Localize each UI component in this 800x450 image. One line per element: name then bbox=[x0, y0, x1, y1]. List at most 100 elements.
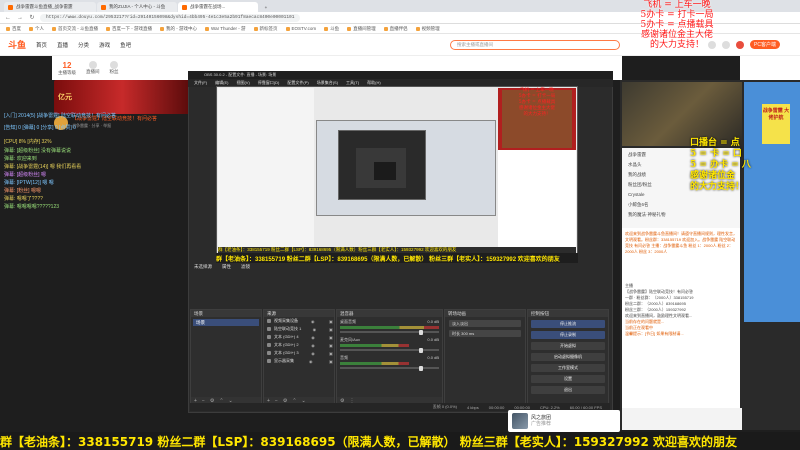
overlay-line: 口播台 = 点 bbox=[690, 138, 740, 148]
transition-select[interactable]: 淡入淡出 bbox=[449, 320, 521, 327]
dock-title: 场景 bbox=[191, 310, 261, 317]
virtual-camera-button[interactable]: 启动虚拟摄像机 bbox=[531, 353, 605, 361]
bookmark-item[interactable]: EOSTV.com bbox=[286, 26, 317, 31]
exit-button[interactable]: 退出 bbox=[531, 386, 605, 394]
nav-game[interactable]: 游戏 bbox=[99, 41, 110, 49]
douyu-logo[interactable]: 斗鱼 bbox=[8, 38, 26, 51]
overlay-line: 的大力支持！ bbox=[690, 182, 745, 192]
list-item[interactable]: 小鲸鱼6名 bbox=[628, 202, 649, 208]
browser-tab-active[interactable]: 战争雷霆在战场... bbox=[178, 2, 258, 12]
lock-icon[interactable]: ▣ bbox=[329, 359, 334, 364]
nav-category[interactable]: 分类 bbox=[78, 41, 89, 49]
list-item[interactable]: 水晶头 bbox=[628, 162, 642, 168]
bookmark-item[interactable]: 个人 bbox=[29, 26, 44, 32]
mixer-channel: 桌面音频 0.0 dB bbox=[340, 319, 439, 335]
duration-value: 300 ms bbox=[461, 331, 475, 336]
bookmark-item[interactable]: 百度一下 - 游戏直播 bbox=[106, 26, 152, 32]
chat-input[interactable] bbox=[622, 408, 742, 430]
channel-name: 麦克风/Aux bbox=[340, 337, 361, 342]
nav-live[interactable]: 直播 bbox=[57, 41, 68, 49]
filters-button[interactable]: 滤镜 bbox=[241, 264, 250, 270]
visibility-icon[interactable]: ◉ bbox=[311, 319, 316, 324]
bookmark-item[interactable]: 我的 - 游戏中心 bbox=[160, 26, 197, 32]
bookmark-item[interactable]: 斗鱼 bbox=[324, 26, 339, 32]
list-item[interactable]: Crystale bbox=[628, 192, 645, 197]
source-item[interactable]: 文本 (GDI+) 4 ◉ ▣ bbox=[264, 333, 334, 341]
studio-mode-button[interactable]: 工作室模式 bbox=[531, 364, 605, 372]
scene-item[interactable]: 场景 bbox=[193, 319, 259, 326]
source-item[interactable]: 文本 (GDI+) 3 ◉ ▣ bbox=[264, 349, 334, 357]
source-item[interactable]: 文本 (GDI+) 2 ◉ ▣ bbox=[264, 341, 334, 349]
volume-slider[interactable] bbox=[340, 365, 439, 371]
source-item[interactable]: 陆空联动竞技 1 ◉ ▣ bbox=[264, 325, 334, 333]
reload-icon[interactable]: ↻ bbox=[28, 14, 36, 21]
pc-client-button[interactable]: PC客户端 bbox=[750, 40, 780, 49]
promo-banner[interactable] bbox=[54, 80, 190, 114]
forward-icon[interactable]: → bbox=[16, 15, 24, 21]
volume-slider[interactable] bbox=[340, 347, 439, 353]
lock-icon[interactable]: ▣ bbox=[329, 335, 334, 340]
controls-dock: 控制按钮 停止推流 停止录制 开始虚拟 启动虚拟摄像机 工作室模式 设置 退出 bbox=[527, 309, 609, 405]
lock-icon[interactable]: ▣ bbox=[329, 327, 334, 332]
list-item[interactable]: 粉丝团/粉丝 bbox=[628, 182, 652, 188]
fans-icon bbox=[110, 61, 118, 69]
list-item[interactable]: 我的战绩 bbox=[628, 172, 646, 178]
new-tab-button[interactable]: + bbox=[259, 2, 273, 12]
sources-dock: 来源 视频采集设备 ◉ ▣ 陆空联动竞技 1 ◉ ▣ 文本 (GDI+) 4 ◉ ▣ 文本 … bbox=[263, 309, 335, 405]
overlay-line: 感谢诸位金 bbox=[690, 171, 736, 181]
settings-button[interactable]: 设置 bbox=[531, 375, 605, 383]
source-item[interactable]: 显示器采集 ◉ ▣ bbox=[264, 357, 334, 365]
browser-tab[interactable]: 我的ZUJIA - 个人中心 - 斗鱼 bbox=[97, 2, 177, 12]
douyu-favicon bbox=[101, 4, 106, 10]
ad-sub: 广告推荐 bbox=[531, 421, 552, 427]
source-icon bbox=[267, 335, 271, 339]
right-video-thumb[interactable] bbox=[622, 82, 742, 146]
properties-button[interactable]: 属性 bbox=[222, 264, 231, 270]
tab-label: 战争雷霆斗鱼直播_战争雷霆 bbox=[16, 4, 73, 9]
bookmark-item[interactable]: War Thunder - 游 bbox=[205, 26, 246, 32]
list-item[interactable]: 战争雷霆 bbox=[628, 152, 646, 158]
promo-sticker[interactable]: 战争雷霆 大佬护航 bbox=[762, 104, 790, 144]
volume-slider[interactable] bbox=[340, 329, 439, 335]
visibility-icon[interactable]: ◉ bbox=[311, 351, 316, 356]
lock-icon[interactable]: ▣ bbox=[329, 351, 334, 356]
search-input[interactable]: 搜索主播或直播间 bbox=[450, 39, 620, 50]
visibility-icon[interactable]: ◉ bbox=[311, 343, 316, 348]
stop-stream-button[interactable]: 停止推流 bbox=[531, 320, 605, 328]
bookmark-item[interactable]: 新标签页 bbox=[254, 26, 278, 32]
source-label: 文本 (GDI+) 2 bbox=[274, 342, 299, 347]
red-text-line: 的大力支持！ bbox=[523, 112, 551, 117]
transition-duration[interactable]: 时长 300 ms bbox=[449, 330, 521, 337]
visibility-icon[interactable]: ◉ bbox=[313, 327, 318, 332]
back-icon[interactable]: ← bbox=[4, 15, 12, 21]
source-item[interactable]: 视频采集设备 ◉ ▣ bbox=[264, 317, 334, 325]
channel-name: 音频 bbox=[340, 355, 348, 360]
chat-line: 弹幕: [IPTW(12)] 嗯 嗯 bbox=[4, 180, 54, 186]
lock-icon[interactable]: ▣ bbox=[329, 319, 334, 324]
url-field[interactable]: https://www.douyu.com/2953217?rid=291401… bbox=[40, 13, 300, 22]
nav-home[interactable]: 首页 bbox=[36, 41, 47, 49]
nav-yuba[interactable]: 鱼吧 bbox=[120, 41, 131, 49]
stat-fans[interactable]: 粉丝 bbox=[110, 61, 119, 75]
bookmark-item[interactable]: 百度 bbox=[6, 26, 21, 32]
list-item[interactable]: 我的魔法·神秘礼物 bbox=[628, 212, 666, 218]
browser-tab[interactable]: 战争雷霆斗鱼直播_战争雷霆 bbox=[4, 2, 96, 12]
bookmark-item[interactable]: 直播伴侣 bbox=[384, 26, 408, 32]
channel-name: 桌面音频 bbox=[340, 319, 356, 324]
menu-file[interactable]: 文件(F) bbox=[194, 80, 207, 86]
chat-line: [CPU] 8% [内存] 32% bbox=[4, 139, 52, 145]
bookmark-item[interactable]: 首页交流 - 斗鱼直播 bbox=[52, 26, 98, 32]
lock-icon[interactable]: ▣ bbox=[329, 343, 334, 348]
ad-thumbnail bbox=[512, 413, 528, 429]
ad-card[interactable]: 风之旅团 广告推荐 bbox=[508, 410, 620, 432]
stop-record-button[interactable]: 停止录制 bbox=[531, 331, 605, 339]
bookmark-item[interactable]: 视频管理 bbox=[416, 26, 440, 32]
room-icon bbox=[88, 61, 97, 69]
header-right-blank bbox=[740, 56, 800, 82]
visibility-icon[interactable]: ◉ bbox=[311, 335, 316, 340]
stat-room[interactable]: 直播间 bbox=[86, 61, 100, 75]
bookmark-item[interactable]: 直播间管理 bbox=[347, 26, 376, 32]
room-meta: 战争雷霆 · 分享 · 举报 bbox=[72, 123, 112, 128]
replay-button[interactable]: 开始虚拟 bbox=[531, 342, 605, 350]
visibility-icon[interactable]: ◉ bbox=[309, 359, 314, 364]
